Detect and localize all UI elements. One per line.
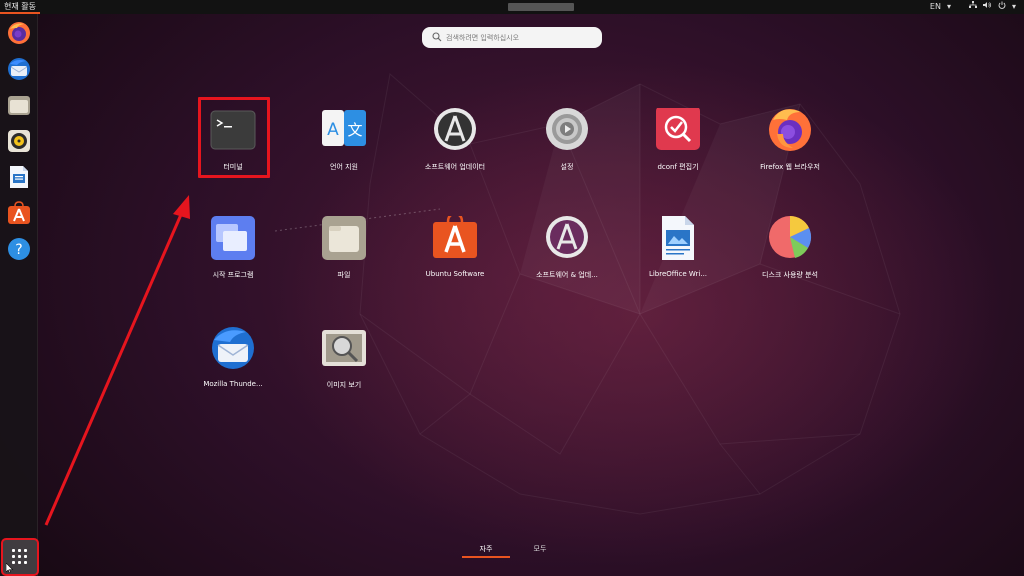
view-switcher: 자주 모두 <box>460 544 570 560</box>
mouse-cursor-icon <box>6 563 14 573</box>
tab-all[interactable]: 모두 <box>520 544 560 558</box>
annotation-arrow <box>44 195 190 526</box>
tab-frequent[interactable]: 자주 <box>462 544 510 558</box>
